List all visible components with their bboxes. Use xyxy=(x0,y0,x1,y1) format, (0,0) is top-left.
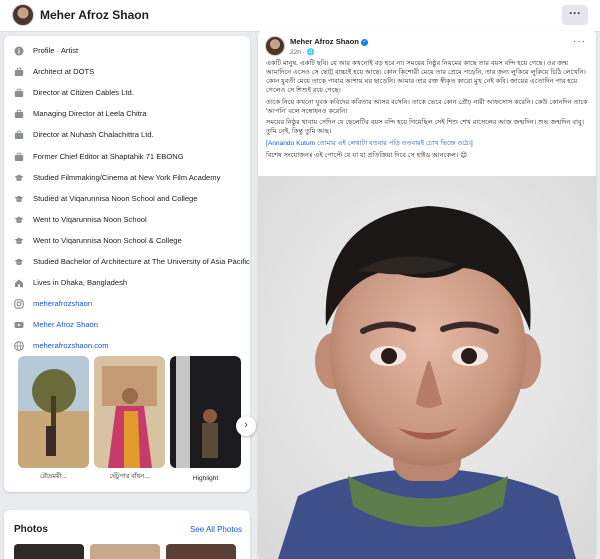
briefcase-icon xyxy=(14,152,24,162)
graduation-cap-icon xyxy=(14,257,24,267)
photos-card: Photos See All Photos xyxy=(4,510,250,559)
photos-title: Photos xyxy=(14,524,48,535)
highlight-thumbnail xyxy=(18,356,89,468)
intro-item-text: Director at Citizen Cables Ltd. xyxy=(33,88,134,97)
intro-item: Went to Viqarunnisa Noon School xyxy=(4,211,250,229)
intro-item-text: Former Chief Editor at Shaptahik 71 EBON… xyxy=(33,152,184,161)
intro-item[interactable]: meherafrozshaon.com xyxy=(4,337,250,355)
instagram-icon xyxy=(14,299,24,309)
highlight-item[interactable]: Highlight xyxy=(170,356,241,486)
photo-thumbnail[interactable] xyxy=(166,544,236,559)
post-card: Meher Afroz Shaon ✓ 22h · 🌐 ··· একটি মানু… xyxy=(258,30,596,559)
youtube-icon xyxy=(14,320,24,330)
intro-item: Managing Director at Leela Chitra xyxy=(4,105,250,123)
highlight-thumbnail xyxy=(170,356,241,468)
intro-item-text: Studied Filmmaking/Cinema at New York Fi… xyxy=(33,173,221,182)
intro-item-text: Architect at DOTS xyxy=(33,67,95,76)
post-author-name[interactable]: Meher Afroz Shaon ✓ xyxy=(290,37,368,46)
post-paragraph: বিশেষ সংযোজনঃ এই পোস্টে যে যা যা প্রতিক্… xyxy=(266,152,468,160)
intro-item-text: Went to Viqarunnisa Noon School & Colleg… xyxy=(33,236,182,245)
featured-highlights: রৌদ্রময়ী... ঘেঁটুপার বাঁধন... Highlight xyxy=(18,356,246,486)
highlight-label: Highlight xyxy=(192,475,219,482)
briefcase-icon xyxy=(14,130,24,140)
post-text: একটি মানুষ, একটি ছবি। যে আর কখনোই বড় হব… xyxy=(266,60,590,164)
verified-badge-icon: ✓ xyxy=(360,38,368,46)
briefcase-icon xyxy=(14,88,24,98)
post-timestamp[interactable]: 22h · 🌐 xyxy=(290,48,315,56)
profile-name[interactable]: Meher Afroz Shaon xyxy=(40,8,149,22)
intro-item: Lives in Dhaka, Bangladesh xyxy=(4,274,250,292)
intro-item: Went to Viqarunnisa Noon School & Colleg… xyxy=(4,232,250,250)
intro-item: Architect at DOTS xyxy=(4,63,250,81)
photo-thumbnail[interactable] xyxy=(14,544,84,559)
intro-item: Studied at Viqarunnisa Noon School and C… xyxy=(4,190,250,208)
highlight-label: রৌদ্রময়ী... xyxy=(39,473,68,480)
graduation-cap-icon xyxy=(14,215,24,225)
intro-item: Former Chief Editor at Shaptahik 71 EBON… xyxy=(4,148,250,166)
briefcase-icon xyxy=(14,67,24,77)
post-options-button[interactable]: ··· xyxy=(573,36,586,47)
intro-item-text: Director at Nuhash Chalachittra Ltd. xyxy=(33,130,154,139)
post-photo[interactable] xyxy=(258,176,596,559)
graduation-cap-icon xyxy=(14,236,24,246)
intro-item[interactable]: meherafrozshaon xyxy=(4,295,250,313)
intro-item-text: Lives in Dhaka, Bangladesh xyxy=(33,278,128,287)
intro-item-text: Profile · Artist xyxy=(33,46,79,55)
intro-item-text[interactable]: meherafrozshaon.com xyxy=(33,341,109,350)
post-paragraph: সময়ের নিষ্ঠুর থাবায় সেদিন যে ছেলেটির ব… xyxy=(266,119,585,136)
post-mention-paragraph[interactable]: [Annando Kutum তোমার এই লেখাটা যতবার পড়… xyxy=(266,140,590,149)
intro-item-text: Studied at Viqarunnisa Noon School and C… xyxy=(33,194,198,203)
intro-item: Profile · Artist xyxy=(4,42,250,60)
intro-item: Studied Bachelor of Architecture at The … xyxy=(4,253,250,271)
globe-icon xyxy=(14,341,24,351)
home-icon xyxy=(14,278,24,288)
post-author-avatar[interactable] xyxy=(265,36,285,56)
highlight-item[interactable]: ঘেঁটুপার বাঁধন... xyxy=(94,356,165,486)
intro-item: Studied Filmmaking/Cinema at New York Fi… xyxy=(4,169,250,187)
info-icon xyxy=(14,46,24,56)
intro-card: Profile · Artist Architect at DOTS Directo… xyxy=(4,36,256,492)
see-all-photos-link[interactable]: See All Photos xyxy=(190,525,242,534)
child-portrait-image xyxy=(258,176,596,559)
intro-item-text: Managing Director at Leela Chitra xyxy=(33,109,147,118)
highlight-item[interactable]: রৌদ্রময়ী... xyxy=(18,356,89,486)
graduation-cap-icon xyxy=(14,194,24,204)
avatar[interactable] xyxy=(12,4,34,26)
profile-header-bar: Meher Afroz Shaon ··· xyxy=(0,0,600,32)
intro-item[interactable]: Meher Afroz Shaon xyxy=(4,316,250,334)
intro-item-text[interactable]: Meher Afroz Shaon xyxy=(33,320,98,329)
post-paragraph: একটি মানুষ, একটি ছবি। যে আর কখনোই বড় হব… xyxy=(266,60,586,94)
intro-item-text: Went to Viqarunnisa Noon School xyxy=(33,215,147,224)
highlight-label: ঘেঁটুপার বাঁধন... xyxy=(109,473,150,480)
photo-thumbnail[interactable] xyxy=(90,544,160,559)
more-options-button[interactable]: ··· xyxy=(562,5,588,25)
intro-item-text: Studied Bachelor of Architecture at The … xyxy=(33,257,250,266)
graduation-cap-icon xyxy=(14,173,24,183)
intro-item: Director at Nuhash Chalachittra Ltd. xyxy=(4,126,250,144)
highlight-thumbnail xyxy=(94,356,165,468)
intro-item: Director at Citizen Cables Ltd. xyxy=(4,84,250,102)
post-author-label: Meher Afroz Shaon xyxy=(290,37,359,46)
briefcase-icon xyxy=(14,109,24,119)
next-highlight-button[interactable]: › xyxy=(236,416,256,436)
intro-item-text[interactable]: meherafrozshaon xyxy=(33,299,92,308)
post-paragraph: তাকে নিয়ে কখনো যুবক কবিদের কবিতার আসর ব… xyxy=(266,98,588,115)
